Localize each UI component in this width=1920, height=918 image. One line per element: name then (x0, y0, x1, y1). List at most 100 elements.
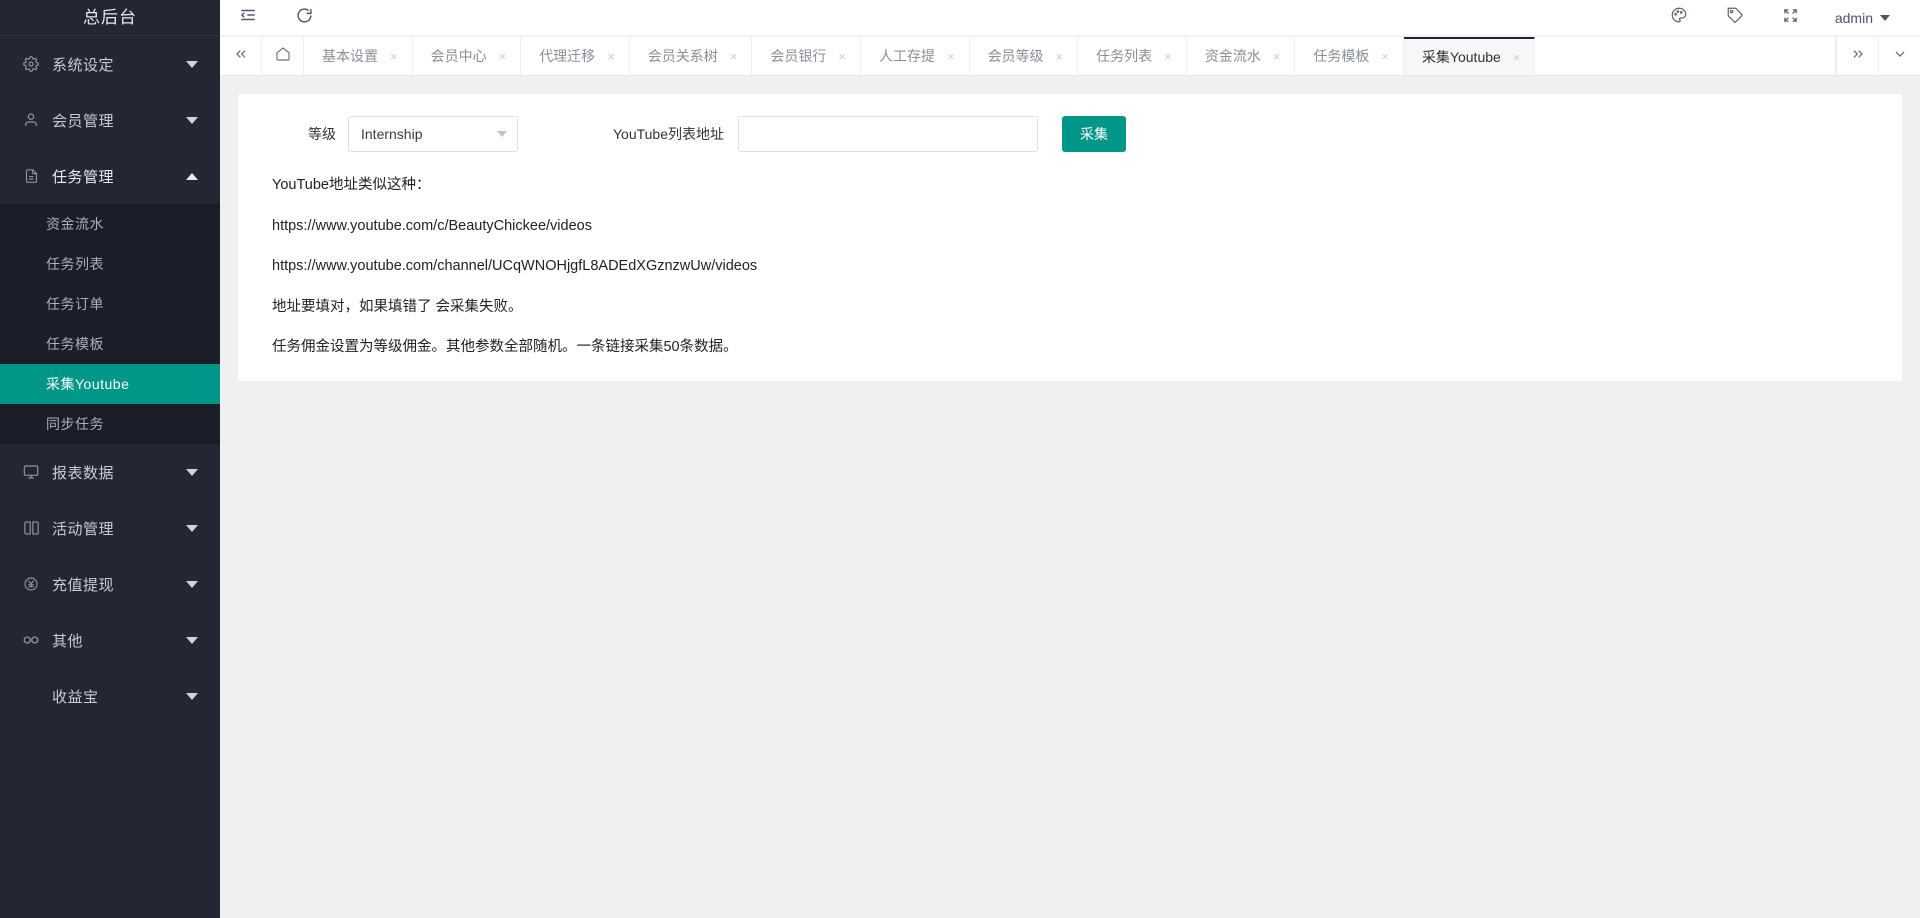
collect-youtube-card: 等级 Internship YouTube列表地址 采集 YouTube地址类似… (238, 94, 1902, 381)
tag-icon (1726, 6, 1744, 29)
youtube-url-input[interactable] (738, 116, 1038, 152)
refresh-icon (296, 7, 313, 29)
tab-list: 基本设置 × 会员中心 × 代理迁移 × 会员关系树 × 会员银行 × (304, 37, 1836, 75)
tab-bar: 基本设置 × 会员中心 × 代理迁移 × 会员关系树 × 会员银行 × (220, 36, 1920, 76)
sidebar-group-activity-management[interactable]: 活动管理 (0, 500, 220, 556)
fullscreen-icon (1782, 7, 1799, 29)
close-icon[interactable]: × (1273, 49, 1281, 64)
collect-form: 等级 Internship YouTube列表地址 采集 (262, 116, 1878, 152)
close-icon[interactable]: × (1381, 49, 1389, 64)
hint-line: 任务佣金设置为等级佣金。其他参数全部随机。一条链接采集50条数据。 (272, 340, 1878, 355)
tab-task-template[interactable]: 任务模板 × (1295, 37, 1404, 75)
tab-label: 任务模板 (1313, 46, 1369, 66)
sidebar-group-task-management[interactable]: 任务管理 (0, 148, 220, 204)
double-chevron-left-icon (233, 46, 249, 67)
level-select-value: Internship (361, 126, 497, 142)
chevron-down-icon (186, 61, 198, 68)
youtube-url-label: YouTube列表地址 (518, 124, 738, 144)
monitor-icon (20, 463, 42, 481)
tab-member-center[interactable]: 会员中心 × (413, 37, 522, 75)
sidebar-item-collect-youtube[interactable]: 采集Youtube (0, 364, 220, 404)
yen-icon (20, 575, 42, 593)
tab-label: 会员中心 (431, 46, 487, 66)
chevron-down-icon (186, 581, 198, 588)
tab-manual-deposit-withdraw[interactable]: 人工存提 × (861, 37, 970, 75)
top-bar: admin (220, 0, 1920, 36)
sidebar-group-other[interactable]: 其他 (0, 612, 220, 668)
hint-line: https://www.youtube.com/c/BeautyChickee/… (272, 219, 1878, 234)
close-icon[interactable]: × (947, 49, 955, 64)
sidebar-group-member-management[interactable]: 会员管理 (0, 92, 220, 148)
document-icon (20, 167, 42, 185)
close-icon[interactable]: × (1513, 50, 1521, 65)
top-bar-left (220, 0, 332, 36)
tab-label: 采集Youtube (1422, 47, 1501, 67)
tab-label: 代理迁移 (539, 46, 595, 66)
level-label: 等级 (262, 124, 348, 144)
tab-basic-settings[interactable]: 基本设置 × (304, 37, 413, 75)
tab-task-list[interactable]: 任务列表 × (1078, 37, 1187, 75)
sidebar: 总后台 系统设定 会员管理 (0, 0, 220, 918)
chevron-down-icon (186, 469, 198, 476)
close-icon[interactable]: × (1056, 49, 1064, 64)
sidebar-item-task-list[interactable]: 任务列表 (0, 244, 220, 284)
sidebar-item-sync-task[interactable]: 同步任务 (0, 404, 220, 444)
close-icon[interactable]: × (730, 49, 738, 64)
tab-member-level[interactable]: 会员等级 × (970, 37, 1079, 75)
sidebar-submenu-task-management: 资金流水 任务列表 任务订单 任务模板 采集Youtube 同步任务 (0, 204, 220, 444)
close-icon[interactable]: × (1164, 49, 1172, 64)
tabs-dropdown-button[interactable] (1878, 37, 1920, 75)
fullscreen-button[interactable] (1763, 0, 1819, 36)
user-menu-label: admin (1835, 10, 1873, 26)
chevron-down-icon (186, 117, 198, 124)
sidebar-group-profit-treasure[interactable]: 收益宝 (0, 668, 220, 724)
tab-label: 人工存提 (879, 46, 935, 66)
sidebar-toggle-button[interactable] (220, 0, 276, 36)
brand-title: 总后台 (0, 0, 220, 36)
hint-line: https://www.youtube.com/channel/UCqWNOHj… (272, 259, 1878, 274)
tab-home-button[interactable] (262, 37, 304, 75)
indent-menu-icon (239, 6, 257, 29)
content-area: 等级 Internship YouTube列表地址 采集 YouTube地址类似… (220, 76, 1920, 918)
tab-fund-flow[interactable]: 资金流水 × (1187, 37, 1296, 75)
tab-member-relation-tree[interactable]: 会员关系树 × (630, 37, 753, 75)
chevron-down-icon (186, 637, 198, 644)
level-select[interactable]: Internship (348, 116, 518, 152)
sidebar-group-report-data[interactable]: 报表数据 (0, 444, 220, 500)
theme-button[interactable] (1651, 0, 1707, 36)
link-icon (20, 631, 42, 649)
chevron-up-icon (186, 173, 198, 180)
tab-label: 基本设置 (322, 46, 378, 66)
sidebar-group-recharge-withdraw[interactable]: 充值提现 (0, 556, 220, 612)
chevron-down-icon (1880, 15, 1890, 21)
tab-list-filler (1535, 37, 1836, 75)
refresh-button[interactable] (276, 0, 332, 36)
hint-line: YouTube地址类似这种： (272, 178, 1878, 193)
close-icon[interactable]: × (607, 49, 615, 64)
tab-member-bank[interactable]: 会员银行 × (752, 37, 861, 75)
sidebar-nav: 系统设定 会员管理 (0, 36, 220, 918)
sidebar-item-fund-flow[interactable]: 资金流水 (0, 204, 220, 244)
top-bar-right: admin (1651, 0, 1902, 36)
close-icon[interactable]: × (390, 49, 398, 64)
sidebar-item-task-template[interactable]: 任务模板 (0, 324, 220, 364)
close-icon[interactable]: × (499, 49, 507, 64)
collect-button[interactable]: 采集 (1062, 116, 1126, 152)
tabs-scroll-right-button[interactable] (1836, 37, 1878, 75)
sidebar-group-label: 收益宝 (52, 686, 186, 707)
sidebar-group-system-settings[interactable]: 系统设定 (0, 36, 220, 92)
tab-label: 任务列表 (1096, 46, 1152, 66)
tab-agent-migration[interactable]: 代理迁移 × (521, 37, 630, 75)
sidebar-group-label: 会员管理 (52, 110, 186, 131)
tab-label: 会员等级 (988, 46, 1044, 66)
chevron-down-icon (497, 131, 507, 137)
sidebar-item-task-order[interactable]: 任务订单 (0, 284, 220, 324)
tag-button[interactable] (1707, 0, 1763, 36)
tab-collect-youtube[interactable]: 采集Youtube × (1404, 37, 1535, 75)
user-menu[interactable]: admin (1819, 10, 1902, 26)
hint-block: YouTube地址类似这种： https://www.youtube.com/c… (262, 178, 1878, 355)
tabs-scroll-left-button[interactable] (220, 37, 262, 75)
close-icon[interactable]: × (838, 49, 846, 64)
sidebar-group-label: 充值提现 (52, 574, 186, 595)
sidebar-group-label: 系统设定 (52, 54, 186, 75)
